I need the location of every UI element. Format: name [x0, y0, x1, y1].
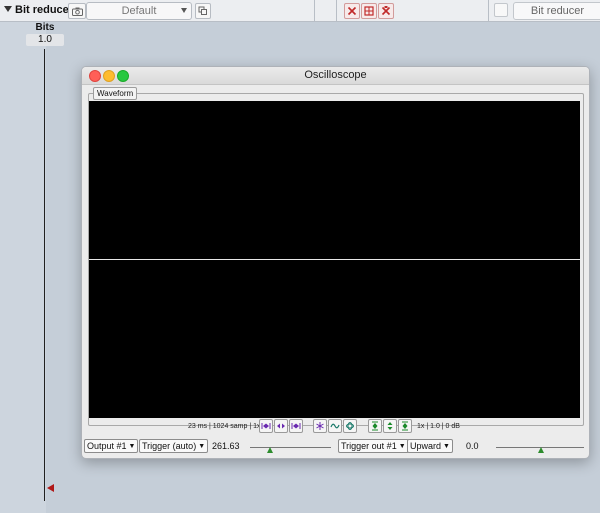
oscilloscope-window: Oscilloscope Waveform 23 ms | 1024 samp …	[81, 66, 590, 459]
time-info: 23 ms | 1024 samp | 1x	[188, 423, 261, 430]
snapshot-button[interactable]	[68, 3, 86, 19]
preset-select[interactable]: Default	[86, 2, 192, 20]
fit-amplitude-button[interactable]	[398, 419, 412, 433]
trigger-frequency-value: 261.63	[212, 441, 240, 451]
grid-icon	[364, 6, 374, 16]
fit-time-button[interactable]	[289, 419, 303, 433]
fit-height-icon	[402, 421, 408, 431]
plugin-toolbar: Bit reducer Default Bit reducer	[0, 0, 600, 22]
copy-preset-button[interactable]	[195, 3, 211, 19]
snowflake-icon	[316, 422, 324, 430]
trigger-out-select[interactable]: Trigger out #1 ▼	[338, 439, 409, 453]
xy-mode-button[interactable]	[343, 419, 357, 433]
arrows-outward-icon	[277, 423, 285, 429]
bypass-label[interactable]: Bit reducer	[513, 2, 600, 20]
toolbar-divider	[314, 0, 315, 21]
toolbar-divider	[336, 0, 337, 21]
trigger-frequency-slider[interactable]	[250, 447, 331, 448]
scope-controls-row: Output #1 ▼ Trigger (auto) ▼ 261.63 Trigge…	[82, 439, 589, 455]
parameter-strip	[0, 22, 46, 513]
plugin-grid-button[interactable]	[361, 3, 377, 19]
scope-display[interactable]	[89, 101, 580, 418]
chevron-down-icon	[181, 8, 187, 13]
scope-info-row: 23 ms | 1024 samp | 1x 1x | 1.0 | 0 dB	[82, 419, 589, 435]
zoom-out-time-button[interactable]	[274, 419, 288, 433]
trigger-mode-select[interactable]: Trigger (auto) ▼	[139, 439, 209, 453]
trigger-frequency-slider-knob[interactable]	[267, 447, 273, 453]
window-title: Oscilloscope	[304, 69, 367, 81]
wave-icon	[330, 423, 340, 429]
output-select[interactable]: Output #1 ▼	[84, 439, 139, 453]
delete-plugin-button[interactable]	[378, 3, 394, 19]
freeze-button[interactable]	[313, 419, 327, 433]
trigger-level-value: 0.0	[466, 441, 479, 451]
arrows-vertical-inward-icon	[372, 421, 378, 431]
preset-select-label: Default	[121, 5, 157, 17]
close-icon	[347, 6, 357, 16]
plugin-name: Bit reducer	[15, 4, 74, 16]
output-select-label: Output #1	[87, 441, 127, 451]
bypass-checkbox[interactable]	[494, 3, 508, 17]
trigger-direction-select[interactable]: Upward ▼	[407, 439, 453, 453]
chevron-down-icon: ▼	[443, 443, 450, 450]
waveform-trace	[89, 259, 580, 260]
chevron-down-icon: ▼	[398, 443, 406, 450]
trigger-level-slider-knob[interactable]	[538, 447, 544, 453]
toolbar-divider	[488, 0, 489, 21]
camera-icon	[71, 7, 83, 16]
chevron-down-icon: ▼	[128, 443, 136, 450]
trigger-direction-label: Upward	[410, 441, 442, 451]
arrows-vertical-outward-icon	[387, 422, 393, 430]
trigger-out-label: Trigger out #1	[341, 441, 397, 451]
zoom-out-amplitude-button[interactable]	[383, 419, 397, 433]
tab-waveform[interactable]: Waveform	[93, 87, 138, 100]
copy-icon	[198, 6, 207, 15]
amplitude-info: 1x | 1.0 | 0 dB	[417, 423, 460, 430]
bits-label: Bits	[35, 22, 55, 33]
chevron-down-icon: ▼	[198, 443, 206, 450]
remove-plugin-button[interactable]	[344, 3, 360, 19]
collapse-triangle-icon[interactable]	[4, 6, 12, 12]
bits-slider-marker[interactable]	[47, 484, 54, 492]
bits-value[interactable]: 1.0	[26, 34, 64, 46]
zoom-in-time-button[interactable]	[259, 419, 273, 433]
bits-slider-track[interactable]	[44, 49, 45, 501]
fit-width-icon	[291, 423, 301, 429]
window-titlebar[interactable]: Oscilloscope	[82, 67, 589, 85]
trigger-mode-label: Trigger (auto)	[142, 441, 197, 451]
arrows-inward-icon	[261, 423, 271, 429]
waveform-mode-button[interactable]	[328, 419, 342, 433]
zoom-in-amplitude-button[interactable]	[368, 419, 382, 433]
cross-icon	[381, 6, 391, 16]
lissajous-icon	[346, 422, 354, 430]
